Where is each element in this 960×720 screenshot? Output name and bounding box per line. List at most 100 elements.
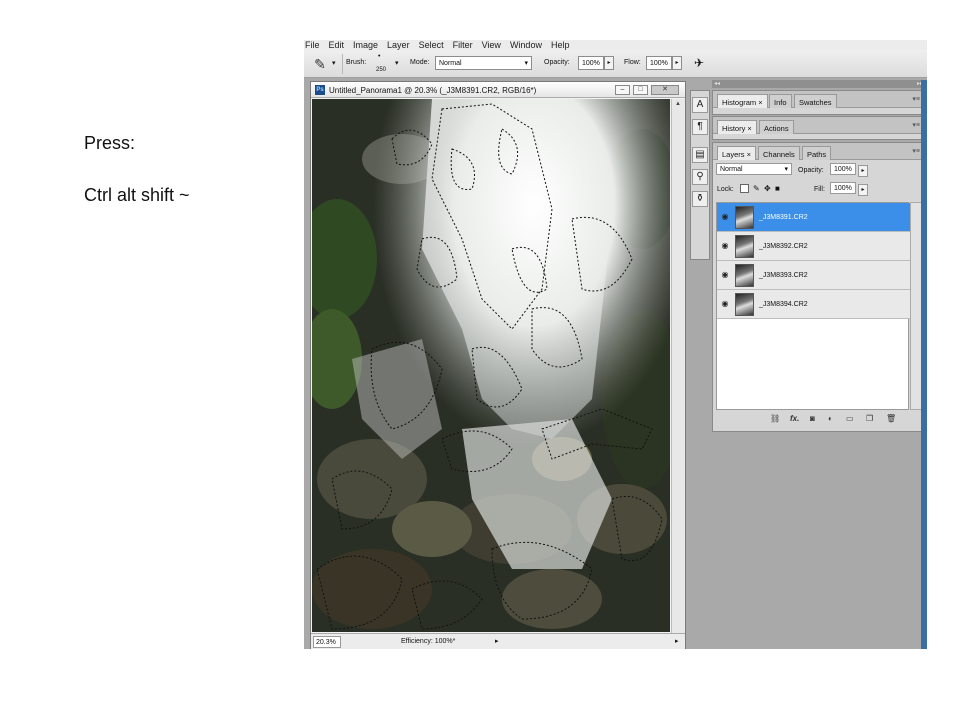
tab-info[interactable]: Info	[769, 94, 792, 108]
link-icon[interactable]: ⛓	[770, 414, 780, 423]
opacity-label: Opacity:	[544, 59, 570, 66]
visibility-eye-icon[interactable]: ◉	[719, 241, 731, 251]
tab-actions[interactable]: Actions	[759, 120, 794, 134]
character-panel-icon[interactable]: A	[692, 97, 708, 113]
layers-footer: ⛓ fx. ◙ ◐ ▭ ❐ 🗑	[713, 411, 924, 429]
panel-icon-strip: A ¶ ▤ ⚲ ⚱	[690, 90, 710, 260]
opacity-slider-button[interactable]: ▸	[604, 56, 614, 70]
menu-file[interactable]: File	[305, 40, 320, 50]
opacity-input[interactable]: 100%	[578, 56, 604, 70]
fx-icon[interactable]: fx.	[790, 414, 799, 423]
layer-comps-icon[interactable]: ▤	[692, 147, 708, 163]
photoshop-doc-icon: Ps	[315, 85, 325, 95]
instruction-heading: Press:	[84, 133, 136, 153]
clone-source-icon[interactable]: ⚲	[692, 169, 708, 185]
lock-all-icon[interactable]: ■	[775, 184, 780, 193]
dock-collapse-bar[interactable]: ◂◂ ▸▸	[712, 80, 925, 88]
history-tabs: History × Actions ▾≡	[713, 117, 924, 134]
layer-name: _J3M8391.CR2	[759, 214, 808, 221]
image-canvas[interactable]	[312, 99, 670, 632]
menu-view[interactable]: View	[482, 40, 501, 50]
vertical-scrollbar[interactable]: ▲	[671, 99, 685, 634]
chevron-down-icon: ▾	[524, 60, 528, 67]
waterfall-photo	[312, 99, 670, 632]
flow-slider-button[interactable]: ▸	[672, 56, 682, 70]
layer-thumbnail	[735, 206, 754, 229]
tab-paths[interactable]: Paths	[802, 146, 832, 160]
instruction-shortcut: Ctrl alt shift ~	[84, 185, 190, 205]
brush-preview-icon[interactable]: •	[378, 53, 380, 60]
brush-tool-icon[interactable]: ✎	[310, 54, 330, 74]
lock-image-icon[interactable]: ✎	[753, 184, 760, 193]
document-window: Ps Untitled_Panorama1 @ 20.3% (_J3M8391.…	[310, 81, 686, 649]
layer-row[interactable]: ◉ _J3M8393.CR2	[717, 261, 910, 290]
collapse-arrows-icon[interactable]: ◂◂	[714, 80, 720, 87]
lock-label: Lock:	[717, 186, 734, 193]
tab-histogram[interactable]: Histogram ×	[717, 94, 768, 108]
status-bar: 20.3% Efficiency: 100%* ▸ ▸	[311, 633, 685, 649]
blend-row: Normal ▾ Opacity: 100% ▸	[713, 163, 924, 179]
minimize-button[interactable]: –	[615, 85, 630, 95]
group-icon[interactable]: ▭	[846, 414, 854, 423]
menu-edit[interactable]: Edit	[329, 40, 345, 50]
brush-picker-arrow-icon[interactable]: ▾	[395, 59, 399, 67]
layer-name: _J3M8392.CR2	[759, 243, 808, 250]
paragraph-panel-icon[interactable]: ¶	[692, 119, 708, 135]
blend-mode-select[interactable]: Normal ▾	[716, 163, 792, 175]
visibility-eye-icon[interactable]: ◉	[719, 270, 731, 280]
mode-label: Mode:	[410, 59, 430, 66]
visibility-eye-icon[interactable]: ◉	[719, 299, 731, 309]
mask-icon[interactable]: ◙	[810, 414, 815, 423]
layers-tabs: Layers × Channels Paths ▾≡	[713, 143, 924, 160]
lock-transparency-icon[interactable]	[740, 184, 749, 193]
menu-window[interactable]: Window	[510, 40, 542, 50]
lock-row: Lock: ✎ ✥ ■ Fill: 100% ▸	[713, 182, 924, 198]
tool-preset-arrow-icon[interactable]: ▾	[332, 59, 336, 67]
maximize-button[interactable]: □	[633, 85, 648, 95]
scroll-right-arrow-icon[interactable]: ▸	[675, 637, 679, 645]
zoom-field[interactable]: 20.3%	[313, 636, 341, 648]
opacity-slider-button[interactable]: ▸	[858, 165, 868, 177]
menu-help[interactable]: Help	[551, 40, 570, 50]
panel-menu-icon[interactable]: ▾≡	[912, 95, 920, 103]
menu-filter[interactable]: Filter	[453, 40, 473, 50]
brushes-panel-icon[interactable]: ⚱	[692, 191, 708, 207]
layer-name: _J3M8394.CR2	[759, 301, 808, 308]
layer-row[interactable]: ◉ _J3M8391.CR2	[717, 203, 910, 232]
mode-select[interactable]: Normal ▾	[435, 56, 532, 70]
panel-menu-icon[interactable]: ▾≡	[912, 147, 920, 155]
trash-icon[interactable]: 🗑	[886, 414, 896, 423]
efficiency-status: Efficiency: 100%*	[401, 638, 456, 645]
tab-swatches[interactable]: Swatches	[794, 94, 837, 108]
layer-row[interactable]: ◉ _J3M8392.CR2	[717, 232, 910, 261]
mode-value: Normal	[439, 60, 462, 67]
menu-layer[interactable]: Layer	[387, 40, 410, 50]
layers-list: ◉ _J3M8391.CR2 ◉ _J3M8392.CR2 ◉ _J3M8393…	[716, 202, 910, 410]
fill-label: Fill:	[814, 186, 825, 193]
window-edge	[921, 80, 927, 649]
visibility-eye-icon[interactable]: ◉	[719, 212, 731, 222]
tab-channels[interactable]: Channels	[758, 146, 800, 160]
menu-image[interactable]: Image	[353, 40, 378, 50]
adjustment-icon[interactable]: ◐	[828, 414, 833, 423]
new-layer-icon[interactable]: ❐	[866, 414, 873, 423]
tab-history[interactable]: History ×	[717, 120, 757, 134]
close-button[interactable]: ✕	[651, 85, 679, 95]
panel-menu-icon[interactable]: ▾≡	[912, 121, 920, 129]
layer-thumbnail	[735, 264, 754, 287]
layers-panel: Layers × Channels Paths ▾≡ Normal ▾ Opac…	[712, 142, 925, 432]
histogram-tabs: Histogram × Info Swatches ▾≡	[713, 91, 924, 108]
lock-position-icon[interactable]: ✥	[764, 184, 771, 193]
options-bar: ✎ ▾ Brush: • 250 ▾ Mode: Normal ▾ Opacit…	[304, 50, 927, 78]
status-menu-arrow-icon[interactable]: ▸	[495, 637, 499, 645]
document-title-bar: Ps Untitled_Panorama1 @ 20.3% (_J3M8391.…	[311, 82, 685, 98]
scroll-up-arrow-icon[interactable]: ▲	[675, 101, 681, 107]
layer-opacity-input[interactable]: 100%	[830, 163, 856, 175]
airbrush-icon[interactable]: ✈	[694, 56, 704, 70]
menu-select[interactable]: Select	[419, 40, 444, 50]
flow-input[interactable]: 100%	[646, 56, 672, 70]
fill-slider-button[interactable]: ▸	[858, 184, 868, 196]
fill-input[interactable]: 100%	[830, 182, 856, 194]
tab-layers[interactable]: Layers ×	[717, 146, 756, 160]
layer-row[interactable]: ◉ _J3M8394.CR2	[717, 290, 910, 319]
